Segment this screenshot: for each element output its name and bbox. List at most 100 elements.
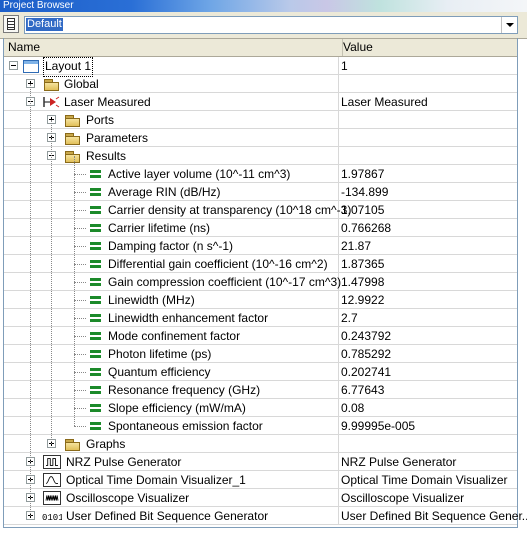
result-row[interactable]: Photon lifetime (ps) 0.785292 bbox=[4, 345, 517, 363]
tree-label-laser: Laser Measured bbox=[64, 95, 151, 109]
result-row[interactable]: Mode confinement factor 0.243792 bbox=[4, 327, 517, 345]
result-label: Linewidth enhancement factor bbox=[108, 311, 269, 325]
result-row[interactable]: Spontaneous emission factor 9.99995e-005 bbox=[4, 417, 517, 435]
result-icon bbox=[90, 206, 101, 215]
result-value: 0.08 bbox=[341, 401, 365, 415]
tree-label-results: Results bbox=[86, 149, 127, 163]
folder-icon bbox=[65, 439, 81, 451]
optical-visualizer-icon bbox=[43, 473, 61, 487]
tree-connector bbox=[74, 156, 75, 426]
result-row[interactable]: Quantum efficiency 0.202741 bbox=[4, 363, 517, 381]
result-row[interactable]: Carrier density at transparency (10^18 c… bbox=[4, 201, 517, 219]
tree-row-graphs[interactable]: Graphs bbox=[4, 435, 517, 453]
tree-row-component[interactable]: 0101 User Defined Bit Sequence Generator… bbox=[4, 507, 527, 525]
chevron-down-icon[interactable] bbox=[501, 17, 517, 33]
bit-sequence-icon: 0101 bbox=[42, 513, 62, 523]
tree-row-component[interactable]: NRZ Pulse Generator NRZ Pulse Generator bbox=[4, 453, 517, 471]
tree-label-ports: Ports bbox=[86, 113, 115, 127]
toolbar: Default bbox=[0, 12, 527, 39]
result-row[interactable]: Active layer volume (10^-11 cm^3) 1.9786… bbox=[4, 165, 517, 183]
result-row[interactable]: Gain compression coefficient (10^-17 cm^… bbox=[4, 273, 517, 291]
tree-value-component: User Defined Bit Sequence Gener... bbox=[341, 509, 527, 523]
result-value: 12.9922 bbox=[341, 293, 385, 307]
tree-connector bbox=[51, 120, 52, 444]
result-value: 0.785292 bbox=[341, 347, 392, 361]
tree-row-global[interactable]: Global bbox=[4, 75, 517, 93]
result-icon bbox=[90, 224, 101, 233]
result-icon bbox=[90, 422, 101, 431]
result-icon bbox=[90, 386, 101, 395]
result-label: Gain compression coefficient (10^-17 cm^… bbox=[108, 275, 342, 289]
column-header-name[interactable]: Name bbox=[4, 39, 343, 56]
result-row[interactable]: Carrier lifetime (ns) 0.766268 bbox=[4, 219, 517, 237]
result-icon bbox=[90, 404, 101, 413]
property-tree: Layout 1 1 Global Laser Measured Laser M… bbox=[4, 57, 527, 527]
tree-label-layout: Layout 1 bbox=[43, 57, 94, 77]
tree-value-laser: Laser Measured bbox=[341, 95, 428, 109]
folder-icon bbox=[65, 115, 81, 127]
result-label: Slope efficiency (mW/mA) bbox=[108, 401, 246, 415]
result-icon bbox=[90, 296, 101, 305]
result-icon bbox=[90, 188, 101, 197]
tree-row-component[interactable]: Optical Time Domain Visualizer_1 Optical… bbox=[4, 471, 517, 489]
tree-value-layout: 1 bbox=[341, 59, 348, 73]
result-label: Photon lifetime (ps) bbox=[108, 347, 212, 361]
view-dropdown[interactable]: Default bbox=[24, 16, 518, 34]
layout-icon bbox=[23, 60, 39, 73]
result-label: Resonance frequency (GHz) bbox=[108, 383, 261, 397]
tree-value-component: Optical Time Domain Visualizer bbox=[341, 473, 508, 487]
svg-text:0101: 0101 bbox=[42, 513, 62, 523]
result-value: 9.99995e-005 bbox=[341, 419, 416, 433]
tree-label-global: Global bbox=[64, 77, 99, 91]
result-icon bbox=[90, 332, 101, 341]
frame-right bbox=[517, 38, 518, 528]
folder-icon bbox=[65, 133, 81, 145]
result-value: 0.202741 bbox=[341, 365, 392, 379]
result-icon bbox=[90, 368, 101, 377]
result-row[interactable]: Linewidth enhancement factor 2.7 bbox=[4, 309, 517, 327]
tree-row-component[interactable]: Oscilloscope Visualizer Oscilloscope Vis… bbox=[4, 489, 517, 507]
result-label: Differential gain coefficient (10^-16 cm… bbox=[108, 257, 328, 271]
collapse-icon[interactable] bbox=[9, 61, 18, 70]
result-icon bbox=[90, 260, 101, 269]
result-icon bbox=[90, 350, 101, 359]
result-value: 1.97867 bbox=[341, 167, 385, 181]
oscilloscope-icon bbox=[43, 491, 61, 505]
pulse-generator-icon bbox=[43, 455, 61, 469]
column-header: Name Value bbox=[4, 39, 517, 57]
tree-label-component: NRZ Pulse Generator bbox=[66, 455, 182, 469]
tree-row-parameters[interactable]: Parameters bbox=[4, 129, 517, 147]
tree-row-ports[interactable]: Ports bbox=[4, 111, 517, 129]
result-value: 1.87365 bbox=[341, 257, 385, 271]
result-label: Active layer volume (10^-11 cm^3) bbox=[108, 167, 291, 181]
result-row[interactable]: Slope efficiency (mW/mA) 0.08 bbox=[4, 399, 517, 417]
result-icon bbox=[90, 242, 101, 251]
result-value: -134.899 bbox=[341, 185, 389, 199]
result-label: Spontaneous emission factor bbox=[108, 419, 263, 433]
tree-label-parameters: Parameters bbox=[86, 131, 149, 145]
result-row[interactable]: Average RIN (dB/Hz) -134.899 bbox=[4, 183, 517, 201]
result-label: Linewidth (MHz) bbox=[108, 293, 195, 307]
result-value: 1.47998 bbox=[341, 275, 385, 289]
result-row[interactable]: Differential gain coefficient (10^-16 cm… bbox=[4, 255, 517, 273]
folder-icon bbox=[44, 79, 60, 91]
tree-row-layout[interactable]: Layout 1 1 bbox=[4, 57, 517, 77]
result-label: Quantum efficiency bbox=[108, 365, 211, 379]
laser-icon bbox=[43, 96, 60, 108]
column-header-value[interactable]: Value bbox=[339, 39, 521, 56]
result-label: Average RIN (dB/Hz) bbox=[108, 185, 221, 199]
result-value: 2.7 bbox=[341, 311, 358, 325]
result-icon bbox=[90, 170, 101, 179]
result-row[interactable]: Damping factor (n s^-1) 21.87 bbox=[4, 237, 517, 255]
properties-button[interactable] bbox=[3, 15, 19, 33]
tree-value-component: NRZ Pulse Generator bbox=[341, 455, 457, 469]
tree-label-component: Optical Time Domain Visualizer_1 bbox=[66, 473, 246, 487]
result-row[interactable]: Linewidth (MHz) 12.9922 bbox=[4, 291, 517, 309]
tree-row-results[interactable]: Results bbox=[4, 147, 517, 165]
result-row[interactable]: Resonance frequency (GHz) 6.77643 bbox=[4, 381, 517, 399]
result-label: Mode confinement factor bbox=[108, 329, 241, 343]
tree-row-laser[interactable]: Laser Measured Laser Measured bbox=[4, 93, 517, 111]
result-value: 1.07105 bbox=[341, 203, 385, 217]
tree-label-graphs: Graphs bbox=[86, 437, 126, 451]
view-dropdown-value: Default bbox=[26, 18, 63, 31]
